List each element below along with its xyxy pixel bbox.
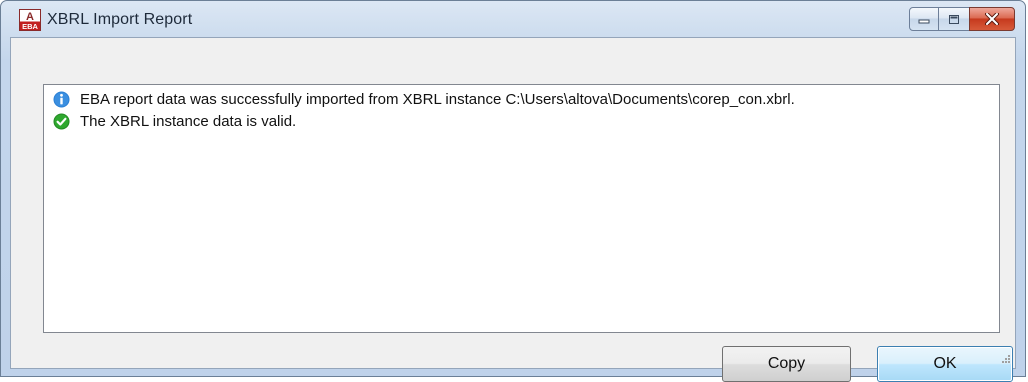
list-item[interactable]: The XBRL instance data is valid. [53, 111, 296, 131]
app-logo-caption: EBA [22, 22, 38, 31]
maximize-button[interactable] [939, 7, 969, 31]
dialog-content: EBA report data was successfully importe… [10, 37, 1016, 382]
ok-button[interactable]: OK [877, 346, 1013, 382]
dialog-window: A EBA XBRL Import Report EBA report data… [0, 0, 1026, 382]
close-icon [985, 13, 999, 25]
caption-buttons [909, 7, 1015, 31]
minimize-button[interactable] [909, 7, 939, 31]
close-button[interactable] [969, 7, 1015, 31]
info-icon [53, 91, 70, 107]
check-icon [53, 113, 70, 129]
window-title: XBRL Import Report [47, 11, 193, 28]
copy-button[interactable]: Copy [722, 346, 851, 382]
minimize-icon [918, 19, 930, 24]
list-item[interactable]: EBA report data was successfully importe… [53, 89, 795, 109]
report-message-list[interactable]: EBA report data was successfully importe… [43, 84, 1000, 333]
info-message: EBA report data was successfully importe… [80, 90, 795, 108]
title-bar[interactable]: A EBA XBRL Import Report [1, 1, 1025, 37]
maximize-icon [949, 14, 959, 24]
app-logo-icon: A EBA [19, 9, 41, 31]
resize-grip-icon[interactable] [1001, 354, 1011, 364]
success-message: The XBRL instance data is valid. [80, 112, 297, 130]
